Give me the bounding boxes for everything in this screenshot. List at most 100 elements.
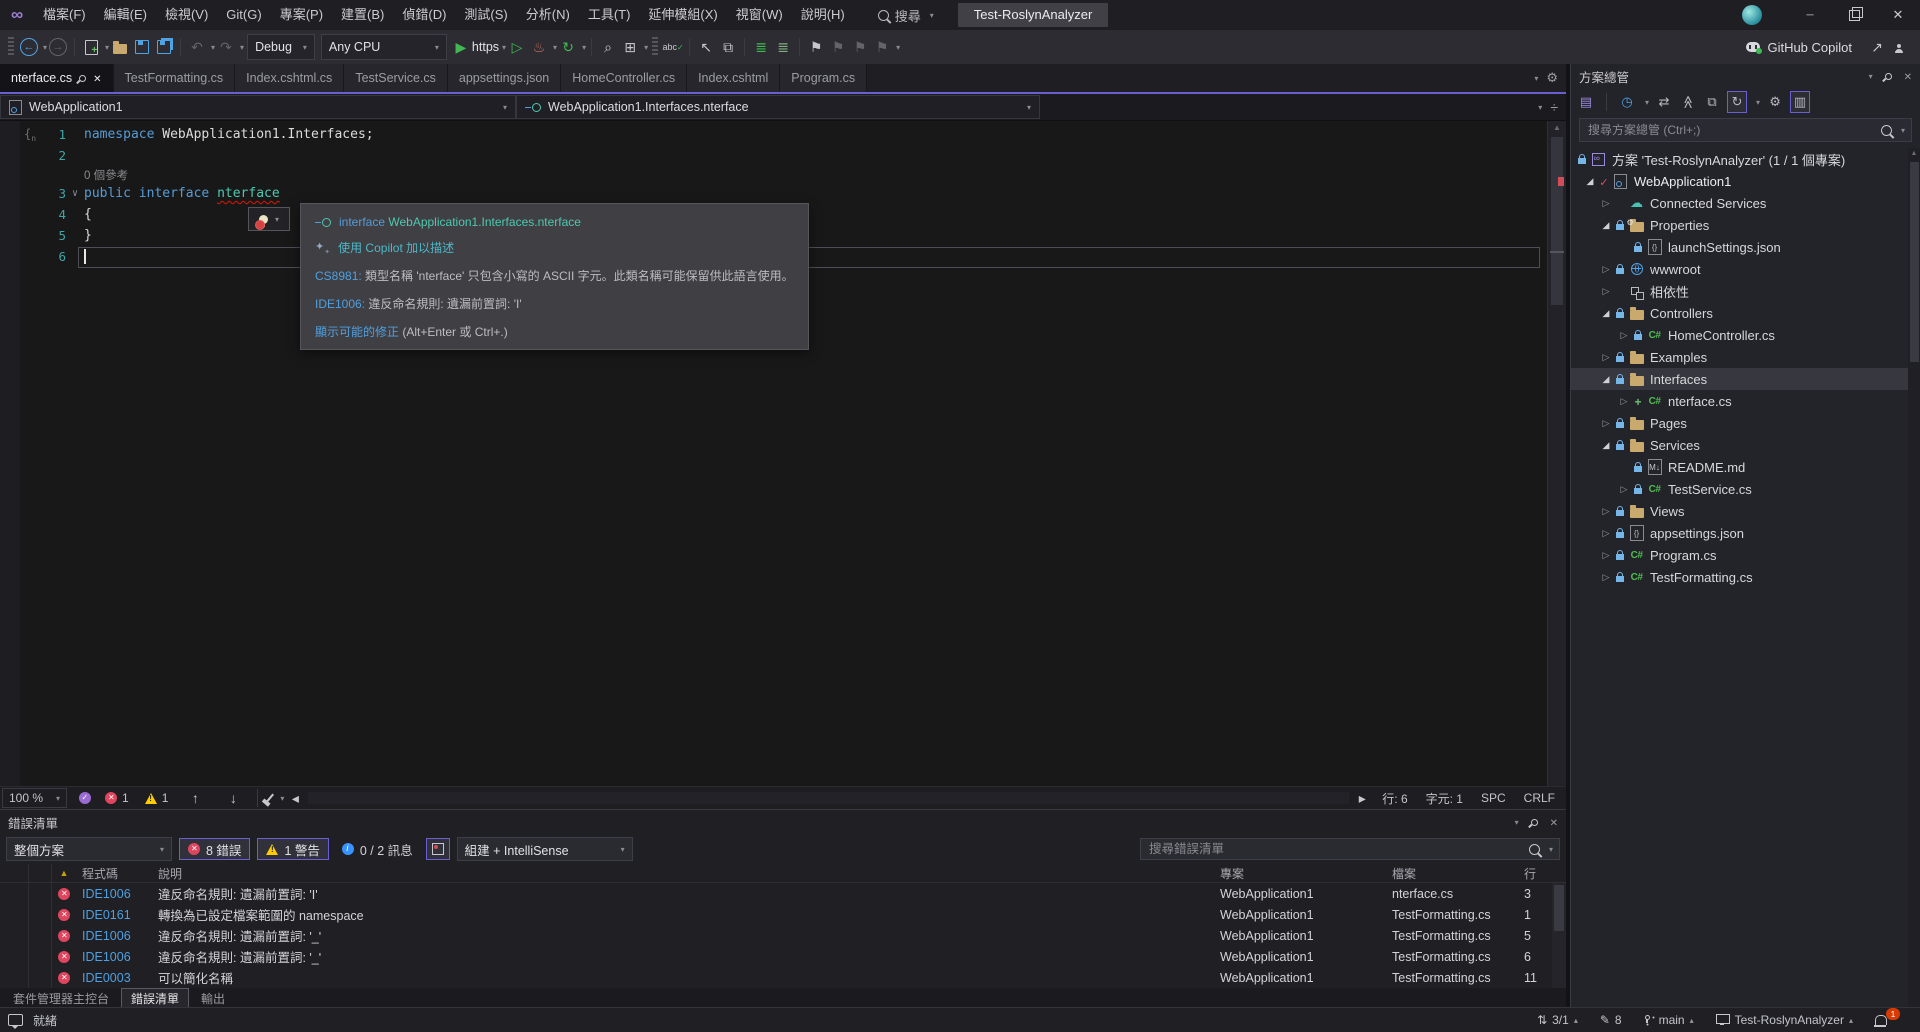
code-editor[interactable]: 1 namespace WebApplication1.Interfaces; … — [0, 121, 1566, 786]
tab-testformatting-cs[interactable]: TestFormatting.cs — [114, 64, 236, 92]
scrollbar-thumb[interactable] — [1554, 885, 1564, 931]
switch-views-icon[interactable] — [1577, 92, 1595, 112]
error-list-search-input[interactable] — [1147, 841, 1523, 857]
column-project[interactable]: 專案 — [1220, 865, 1392, 882]
tree-item-properties[interactable]: Properties — [1571, 214, 1920, 236]
column-blank[interactable] — [0, 864, 29, 882]
code-line-3[interactable]: 3 ∨ public interface nterface — [0, 183, 1548, 204]
error-code-link[interactable]: IDE0161 — [76, 908, 154, 922]
solution-explorer-scrollbar[interactable]: ▲ — [1908, 148, 1920, 1008]
tab-output[interactable]: 輸出 — [192, 988, 234, 1008]
pin-icon[interactable] — [1883, 71, 1893, 81]
tree-item-pages[interactable]: Pages — [1571, 412, 1920, 434]
collapse-all-icon[interactable] — [1679, 92, 1697, 112]
scope-filter-combo[interactable]: 整個方案 — [6, 837, 172, 861]
toolbar-grip[interactable] — [8, 37, 14, 57]
error-row[interactable]: IDE0161 轉換為已設定檔案範圍的 namespace WebApplica… — [0, 904, 1566, 925]
error-code-link[interactable]: IDE1006 — [76, 887, 154, 901]
notifications-button[interactable]: 1 — [1866, 1008, 1920, 1032]
window-layout-icon[interactable] — [619, 35, 641, 59]
collapse-icon[interactable] — [1599, 198, 1613, 209]
collapse-icon[interactable] — [1599, 286, 1613, 297]
scroll-left-icon[interactable] — [284, 786, 306, 810]
close-icon[interactable] — [1904, 69, 1912, 83]
column-blank[interactable] — [29, 864, 52, 882]
user-avatar[interactable] — [1742, 5, 1762, 25]
chevron-down-icon[interactable] — [1756, 98, 1760, 107]
active-document-pill[interactable]: Test-RoslynAnalyzer — [958, 3, 1109, 27]
menu-help[interactable]: 說明(H) — [792, 0, 854, 30]
tree-item-interfaces[interactable]: Interfaces — [1571, 368, 1920, 390]
branch-button[interactable]: main — [1635, 1008, 1703, 1032]
error-row[interactable]: IDE1006 違反命名規則: 遺漏前置詞: '_' WebApplicatio… — [0, 946, 1566, 967]
error-code-link[interactable]: IDE1006 — [76, 950, 154, 964]
tab-package-manager-console[interactable]: 套件管理器主控台 — [4, 988, 118, 1008]
error-row[interactable]: IDE0003 可以簡化名稱 WebApplication1 TestForma… — [0, 967, 1566, 988]
uncomment-icon[interactable] — [772, 35, 794, 59]
tab-list-dropdown-icon[interactable] — [1534, 74, 1538, 83]
comment-icon[interactable] — [750, 35, 772, 59]
expand-icon[interactable] — [1599, 440, 1613, 451]
menu-tools[interactable]: 工具(T) — [579, 0, 640, 30]
clear-bookmarks-icon[interactable] — [871, 35, 893, 59]
codelens-references-link[interactable]: 0 個參考 — [84, 167, 128, 183]
pin-icon[interactable] — [78, 73, 88, 83]
restart-icon[interactable] — [557, 35, 579, 59]
interface-name-token[interactable]: nterface — [217, 186, 280, 201]
copy-icon[interactable] — [717, 35, 739, 59]
code-line-1[interactable]: 1 namespace WebApplication1.Interfaces; — [0, 124, 1548, 145]
column-code[interactable]: 程式碼 — [76, 865, 154, 882]
expand-icon[interactable] — [1599, 220, 1613, 231]
breadcrumb-project-dropdown[interactable]: WebApplication1 — [0, 95, 516, 119]
tree-item-controllers[interactable]: Controllers — [1571, 302, 1920, 324]
run-profile-label[interactable]: https — [472, 40, 499, 54]
quick-actions-button[interactable] — [248, 207, 290, 231]
line-ending-indicator[interactable]: CRLF — [1515, 791, 1564, 805]
tree-item-solution[interactable]: 方案 'Test-RoslynAnalyzer' (1 / 1 個專案) — [1571, 148, 1920, 170]
menu-test[interactable]: 測試(S) — [455, 0, 516, 30]
sync-with-active-document-icon[interactable] — [1727, 91, 1747, 113]
fold-collapse-icon[interactable]: ∨ — [66, 188, 84, 199]
menu-file[interactable]: 檔案(F) — [34, 0, 95, 30]
start-debugging-icon[interactable] — [450, 35, 472, 59]
scrollbar-thumb[interactable] — [1910, 162, 1919, 362]
collapse-icon[interactable] — [1599, 506, 1613, 517]
error-count-button[interactable]: 1 — [97, 791, 137, 805]
column-description[interactable]: 說明 — [154, 865, 1220, 882]
chevron-down-icon[interactable] — [896, 43, 900, 52]
close-button[interactable] — [1876, 0, 1920, 30]
restore-button[interactable] — [1832, 0, 1876, 30]
tree-item-testformatting-cs[interactable]: TestFormatting.cs — [1571, 566, 1920, 588]
previous-issue-icon[interactable] — [176, 786, 214, 810]
close-icon[interactable] — [1550, 815, 1558, 829]
hot-reload-icon[interactable] — [528, 35, 550, 59]
tree-item-webapplication1[interactable]: WebApplication1 — [1571, 170, 1920, 192]
tab-homecontroller-cs[interactable]: HomeController.cs — [561, 64, 687, 92]
previous-bookmark-icon[interactable] — [827, 35, 849, 59]
redo-button[interactable] — [215, 35, 237, 59]
collapse-icon[interactable] — [1617, 484, 1631, 495]
platform-combo[interactable]: Any CPU — [321, 34, 447, 60]
expand-icon[interactable] — [1583, 176, 1597, 187]
scroll-up-icon[interactable]: ▲ — [1908, 148, 1920, 160]
pending-changes-filter-icon[interactable] — [1618, 92, 1636, 112]
column-file[interactable]: 檔案 — [1392, 865, 1524, 882]
collapse-icon[interactable] — [1599, 528, 1613, 539]
spell-check-icon[interactable] — [662, 35, 684, 59]
tree-item-wwwroot[interactable]: wwwroot — [1571, 258, 1920, 280]
close-icon[interactable] — [93, 71, 101, 85]
tree-item-connected-services[interactable]: Connected Services — [1571, 192, 1920, 214]
warnings-filter-toggle[interactable]: 1 警告 — [257, 838, 328, 860]
chevron-down-icon[interactable] — [644, 43, 648, 52]
warning-count-button[interactable]: 1 — [137, 791, 177, 805]
pending-changes-button[interactable]: 8 — [1591, 1008, 1631, 1032]
tab-appsettings-json[interactable]: appsettings.json — [448, 64, 561, 92]
select-pointer-icon[interactable] — [695, 35, 717, 59]
solution-search-input[interactable] — [1586, 122, 1875, 138]
tree-item-launchsettings-json[interactable]: launchSettings.json — [1571, 236, 1920, 258]
tree-item-readme-md[interactable]: README.md — [1571, 456, 1920, 478]
spaces-indicator[interactable]: SPC — [1472, 791, 1515, 805]
column-line[interactable]: 行 — [1524, 865, 1566, 882]
global-search-button[interactable]: 搜尋 — [868, 4, 944, 26]
scrollbar-thumb[interactable] — [1551, 137, 1563, 305]
